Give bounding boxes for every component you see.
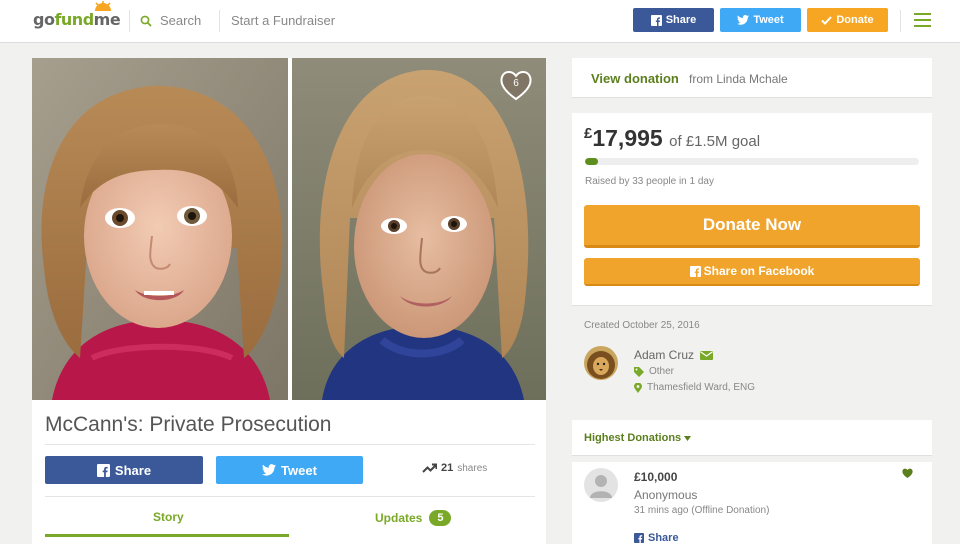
donation-progress-card: £17,995 of £1.5M goal Raised by 33 peopl…	[572, 113, 932, 306]
share-on-facebook-button[interactable]: Share on Facebook	[584, 258, 920, 286]
divider	[45, 496, 535, 497]
header-donate-label: Donate	[836, 14, 874, 26]
trending-up-icon	[422, 463, 437, 473]
start-fundraiser-link[interactable]: Start a Fundraiser	[231, 13, 335, 28]
organizer-location-label: Thamesfield Ward, ENG	[647, 382, 755, 393]
lion-avatar-image	[584, 346, 618, 380]
tab-story[interactable]: Story	[153, 510, 184, 524]
organizer-location: Thamesfield Ward, ENG	[634, 382, 755, 393]
amount-raised: £17,995 of £1.5M goal	[584, 125, 760, 152]
envelope-icon[interactable]	[700, 350, 714, 360]
logo-text-me: me	[93, 10, 121, 29]
header-tweet-label: Tweet	[753, 14, 784, 26]
header-divider	[900, 10, 901, 32]
tab-updates-label: Updates	[375, 511, 423, 525]
donor-name: Anonymous	[634, 488, 698, 502]
campaign-tweet-button[interactable]: Tweet	[216, 456, 363, 484]
donor-avatar	[584, 468, 618, 502]
organizer-avatar	[584, 346, 618, 380]
facebook-icon	[96, 463, 110, 477]
view-donation-from: from Linda Mchale	[689, 72, 788, 86]
tag-icon	[634, 366, 644, 377]
donation-amount: £10,000	[634, 470, 678, 484]
search-label: Search	[160, 13, 202, 28]
progress-fill	[585, 158, 599, 165]
organizer-category-label: Other	[649, 366, 675, 377]
shares-count: 21	[441, 462, 454, 474]
campaign-share-facebook-button[interactable]: Share	[45, 456, 203, 484]
raised-by-text: Raised by 33 people in 1 day	[585, 176, 714, 187]
header-divider	[219, 10, 220, 32]
facebook-icon	[650, 14, 662, 26]
header-donate-button[interactable]: Donate	[807, 8, 888, 32]
donation-share-label: Share	[648, 532, 679, 544]
campaign-photo[interactable]	[32, 58, 546, 400]
hamburger-menu-icon[interactable]	[914, 13, 931, 27]
highest-donations-header[interactable]: Highest Donations	[572, 420, 932, 456]
highest-donations-dropdown[interactable]: Highest Donations	[584, 432, 692, 444]
campaign-tweet-label: Tweet	[281, 462, 317, 478]
gofundme-logo[interactable]: gofundme	[33, 1, 121, 29]
organizer-name-label: Adam Cruz	[634, 348, 695, 362]
header-tweet-button[interactable]: Tweet	[720, 8, 801, 32]
logo-text-go: go	[33, 10, 55, 29]
donation-list-item: £10,000 Anonymous 31 mins ago (Offline D…	[572, 462, 932, 544]
raised-amount: 17,995	[592, 125, 663, 151]
view-donation-card[interactable]: View donation from Linda Mchale	[572, 58, 932, 98]
user-icon	[590, 475, 612, 498]
twitter-icon	[262, 464, 277, 476]
facebook-icon	[634, 533, 644, 543]
campaign-title: McCann's: Private Prosecution	[45, 413, 332, 436]
logo-text-fund: fund	[54, 10, 94, 29]
shares-label: shares	[457, 462, 488, 474]
divider	[45, 444, 535, 445]
donation-time: 31 mins ago (Offline Donation)	[634, 505, 770, 516]
search-icon	[140, 15, 152, 27]
header-divider	[129, 10, 130, 32]
organizer-category[interactable]: Other	[634, 366, 674, 377]
top-header: gofundme Search Start a Fundraiser Share…	[0, 0, 960, 43]
tab-updates[interactable]: Updates 5	[375, 510, 452, 526]
caret-down-icon	[684, 436, 692, 441]
twitter-icon	[737, 15, 750, 25]
campaign-panel: McCann's: Private Prosecution Share Twee…	[32, 400, 546, 544]
logo-sun-icon	[95, 1, 111, 11]
progress-bar	[585, 158, 919, 165]
header-share-facebook-button[interactable]: Share	[633, 8, 714, 32]
photo-count-heart-icon[interactable]: 6	[499, 68, 533, 102]
campaign-share-label: Share	[114, 462, 152, 478]
photo-count: 6	[513, 78, 519, 89]
map-pin-icon	[634, 382, 642, 393]
active-tab-indicator	[45, 534, 289, 537]
donation-share-button[interactable]: Share	[634, 532, 679, 544]
campaign-portrait-image	[32, 58, 546, 400]
organizer-name[interactable]: Adam Cruz	[634, 348, 714, 362]
view-donation-link[interactable]: View donation	[591, 71, 679, 86]
goal-text: of £1.5M goal	[669, 133, 761, 150]
created-date: Created October 25, 2016	[584, 320, 700, 331]
facebook-icon	[689, 265, 701, 277]
highest-donations-label: Highest Donations	[584, 432, 682, 444]
donate-now-button[interactable]: Donate Now	[584, 205, 920, 248]
heart-icon[interactable]	[902, 468, 913, 478]
check-icon	[821, 15, 833, 25]
updates-count-badge: 5	[429, 510, 452, 526]
share-on-facebook-label: Share on Facebook	[703, 264, 815, 278]
shares-counter: 21 shares	[422, 462, 487, 474]
header-share-label: Share	[665, 14, 697, 26]
